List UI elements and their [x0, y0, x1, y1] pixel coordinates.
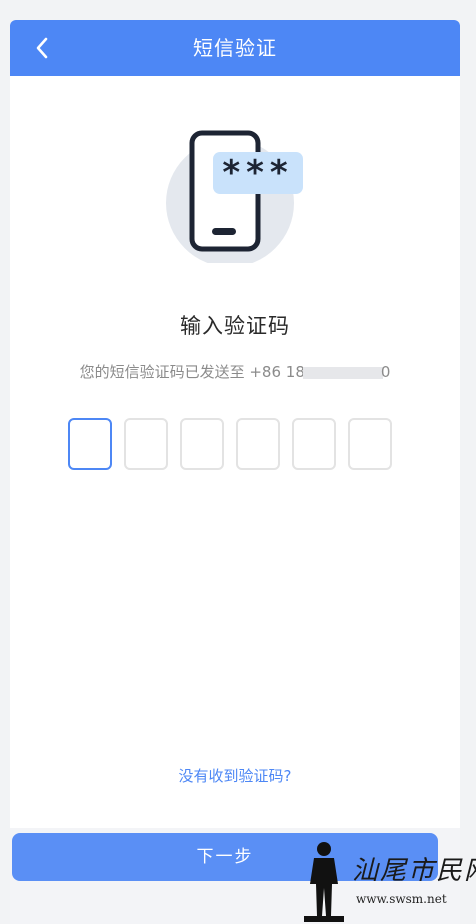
code-box-6[interactable]: [348, 418, 392, 470]
masked-number: [302, 366, 383, 379]
sent-to-suffix: 0: [380, 363, 391, 381]
person-silhouette-icon: [304, 842, 344, 922]
bubble-stars: ***: [222, 153, 293, 193]
code-box-5[interactable]: [292, 418, 336, 470]
code-input-group: [68, 418, 392, 470]
sent-to-prefix: 您的短信验证码已发送至 +86 18: [79, 363, 305, 381]
heading: 输入验证码: [180, 314, 290, 338]
watermark-text: 汕尾市民网: [352, 856, 476, 886]
code-box-1[interactable]: [68, 418, 112, 470]
phone-password-icon: ***: [166, 130, 303, 263]
screen: 短信验证 *** 输入验证码 您的短信验证码已发送至 +86 18 0 没有收到验…: [10, 20, 460, 924]
sent-to-text: 您的短信验证码已发送至 +86 18 0: [10, 361, 460, 382]
code-box-3[interactable]: [180, 418, 224, 470]
code-box-4[interactable]: [236, 418, 280, 470]
page-title: 短信验证: [193, 36, 277, 60]
code-box-2[interactable]: [124, 418, 168, 470]
watermark: 汕尾市民网 www.swsm.net: [300, 840, 476, 922]
resend-link[interactable]: 没有收到验证码?: [10, 765, 460, 786]
header-bar: 短信验证: [10, 20, 460, 76]
watermark-url: www.swsm.net: [356, 892, 447, 906]
